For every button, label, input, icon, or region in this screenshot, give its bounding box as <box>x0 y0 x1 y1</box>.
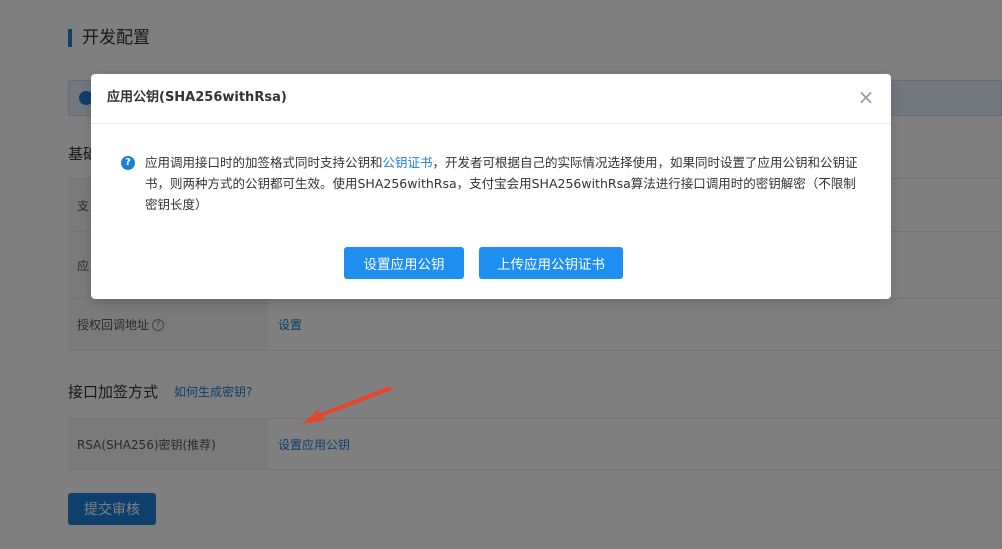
set-app-public-key-button[interactable]: 设置应用公钥 <box>344 247 464 279</box>
app-public-key-modal: 应用公钥(SHA256withRsa) × ? 应用调用接口时的加签格式同时支持… <box>91 74 891 299</box>
close-icon[interactable]: × <box>855 86 877 108</box>
public-key-cert-link[interactable]: 公钥证书 <box>383 155 433 170</box>
upload-app-public-key-cert-button[interactable]: 上传应用公钥证书 <box>479 247 623 279</box>
modal-header: 应用公钥(SHA256withRsa) × <box>91 74 891 124</box>
question-icon: ? <box>121 156 135 170</box>
modal-description: 应用调用接口时的加签格式同时支持公钥和公钥证书，开发者可根据自己的实际情况选择使… <box>145 152 865 215</box>
modal-title: 应用公钥(SHA256withRsa) <box>107 90 287 105</box>
modal-text-part: 应用调用接口时的加签格式同时支持公钥和 <box>145 155 383 170</box>
